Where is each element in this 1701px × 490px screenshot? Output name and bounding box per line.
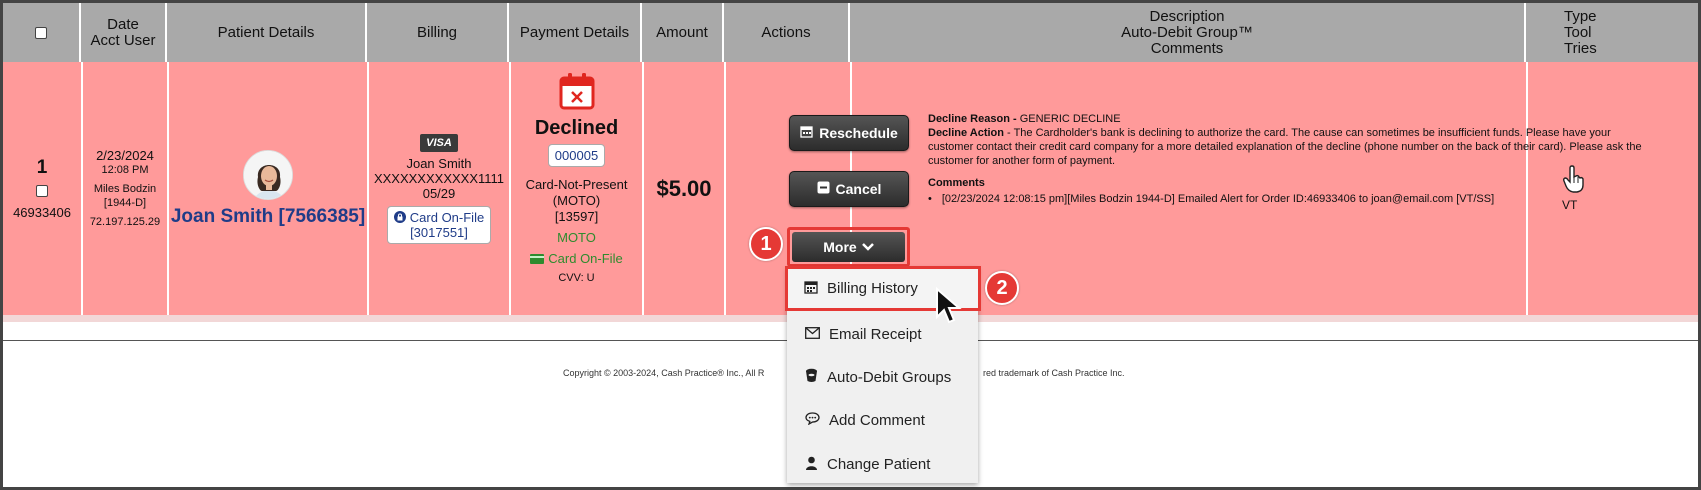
user-icon [805,456,818,474]
response-code-button[interactable]: 000005 [547,144,606,167]
account-user-id: [1944-D] [103,197,147,209]
order-id: 46933406 [13,205,71,220]
patient-details-cell: Joan Smith [7566385] [169,62,367,315]
copyright-left: Copyright © 2003-2024, Cash Practice® In… [563,368,765,378]
chevron-down-icon [861,239,874,255]
lock-icon [393,211,406,223]
card-expiry: 05/29 [422,185,456,201]
hand-pointer-icon [1562,165,1586,198]
header-select-all [3,3,81,62]
column-divider [724,62,726,315]
payment-method: Card-Not-Present [525,177,628,192]
more-button-highlight: More [787,227,910,267]
select-all-checkbox[interactable] [35,26,47,39]
payment-method-type: (MOTO) [552,193,601,208]
bucket-icon [805,368,818,387]
visa-card-icon: VISA [420,133,458,152]
header-billing: Billing [367,3,509,62]
envelope-icon [805,326,820,343]
patient-avatar [243,149,293,200]
menu-item-change-patient[interactable]: Change Patient [787,443,978,486]
patient-name-link[interactable]: Joan Smith [7566385] [171,206,365,228]
callout-badge-1: 1 [749,227,783,261]
cvv-result: CVV: U [558,272,595,284]
calendar-x-icon [559,72,595,115]
amount-value: $5.00 [656,175,712,201]
transaction-date: 2/23/2024 [96,148,154,163]
card-on-file-button[interactable]: Card On-File [3017551] [386,205,492,244]
header-amount: Amount [642,3,724,62]
header-type: Type Tool Tries [1564,7,1597,57]
header-patient-details: Patient Details [167,3,367,62]
billing-cell: VISA Joan Smith XXXXXXXXXXXX1111 05/29 C… [369,62,509,315]
more-dropdown-button[interactable]: More [792,232,905,262]
header-date: Date Acct User [81,3,167,62]
credit-card-icon [530,254,545,264]
comment-icon [805,412,820,429]
header-actions: Actions [724,3,850,62]
masked-card-number: XXXXXXXXXXXX1111 [373,170,505,186]
type-tool-value: VT [1562,198,1578,212]
menu-item-add-comment[interactable]: Add Comment [787,399,978,442]
menu-item-auto-debit-groups[interactable]: Auto-Debit Groups [787,356,978,399]
transaction-time: 12:08 PM [101,164,149,176]
row-index-cell: 1 46933406 [3,62,81,315]
payment-method-id: [13597] [554,209,599,224]
cardholder-name: Joan Smith [406,155,472,171]
bullet: • [928,193,932,205]
calendar-icon [800,125,813,141]
type-tool-cell: VT [1528,62,1698,315]
callout-badge-2: 2 [985,271,1019,305]
amount-cell: $5.00 [644,62,724,315]
cancel-button[interactable]: Cancel [789,171,909,207]
payment-status: Declined [534,117,619,139]
mouse-cursor-icon [935,286,965,332]
card-on-file-indicator: Card On-File [530,251,623,267]
reschedule-button[interactable]: Reschedule [789,115,909,151]
ip-address: 72.197.125.29 [89,216,161,228]
header-payment-details: Payment Details [509,3,642,62]
payment-details-cell: Declined 000005 Card-Not-Present (MOTO) … [511,62,642,315]
table-header: Date Acct User Patient Details Billing P… [3,3,1698,62]
header-description: Description Auto-Debit Group™ Comments [850,3,1526,62]
copyright-right: red trademark of Cash Practice Inc. [983,368,1125,378]
moto-label: MOTO [557,230,596,245]
row-number: 1 [36,157,48,178]
minus-square-icon [817,181,830,197]
row-checkbox[interactable] [36,185,48,197]
date-user-cell: 2/23/2024 12:08 PM Miles Bodzin [1944-D]… [83,62,167,315]
account-user: Miles Bodzin [93,183,157,195]
calendar-icon [804,280,818,298]
